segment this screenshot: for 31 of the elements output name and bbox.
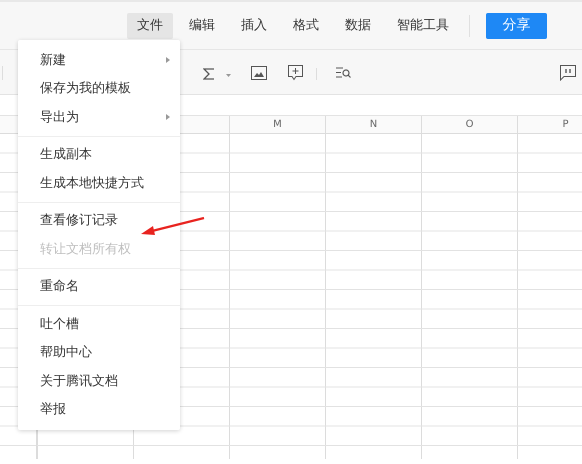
submenu-caret-icon (166, 57, 170, 64)
column-header: M (229, 116, 325, 133)
menu-item[interactable]: 生成副本 (18, 140, 180, 169)
menu-tab[interactable]: 文件 (127, 12, 173, 38)
share-button[interactable]: 分享 (486, 12, 547, 38)
menu-item[interactable]: 生成本地快捷方式 (18, 169, 180, 198)
add-comment-icon[interactable] (288, 65, 303, 81)
menu-tab[interactable]: 数据 (335, 12, 381, 38)
menu-item[interactable]: 导出为 (18, 103, 180, 132)
menu-tab[interactable]: 智能工具 (387, 12, 459, 38)
menu-tab[interactable]: 编辑 (179, 12, 225, 38)
caret-icon[interactable] (226, 74, 231, 77)
column-header: N (325, 116, 421, 133)
column-header: O (421, 116, 517, 133)
menu-item[interactable]: 重命名 (18, 272, 180, 301)
menu-item[interactable]: 举报 (18, 396, 180, 424)
image-icon[interactable] (251, 66, 267, 80)
menu-item[interactable]: 查看修订记录 (18, 206, 180, 235)
menu-item[interactable]: 新建 (18, 46, 180, 74)
menu-item[interactable]: 保存为我的模板 (18, 74, 180, 103)
menu-item[interactable]: 关于腾讯文档 (18, 367, 180, 396)
menu-tab[interactable]: 格式 (283, 12, 329, 38)
sum-icon[interactable] (203, 68, 215, 80)
menu-item[interactable]: 吐个槽 (18, 310, 180, 338)
comment-icon[interactable] (560, 65, 576, 81)
find-icon[interactable] (336, 67, 351, 79)
submenu-caret-icon (166, 114, 170, 120)
column-header: P (517, 116, 582, 133)
arrow-annotation (140, 216, 206, 237)
menu-item[interactable]: 帮助中心 (18, 338, 180, 367)
menu-tab[interactable]: 插入 (231, 12, 277, 38)
